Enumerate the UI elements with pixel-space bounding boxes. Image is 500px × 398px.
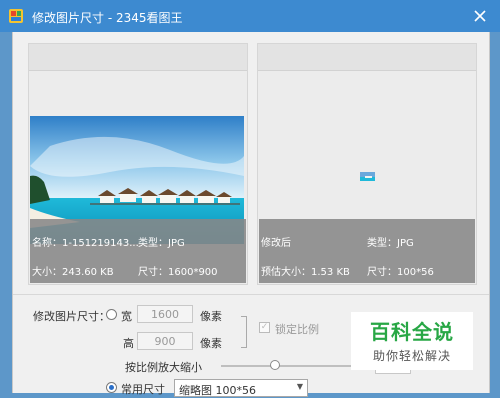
scale-slider-thumb[interactable] <box>270 360 280 370</box>
original-dimension: 尺寸：1600*900 <box>138 267 218 278</box>
modified-size: 预估大小：1.53 KB <box>261 267 350 278</box>
original-name: 名称：1-151219143... <box>32 238 139 249</box>
custom-size-radio[interactable] <box>106 309 117 320</box>
lock-ratio-label: 锁定比例 <box>275 323 319 336</box>
modified-info-box: 修改后 类型：JPG 预估大小：1.53 KB 尺寸：100*56 <box>259 219 475 283</box>
title-bar: 修改图片尺寸 - 2345看图王 <box>0 0 500 32</box>
modified-preview-panel: 修改后 类型：JPG 预估大小：1.53 KB 尺寸：100*56 <box>257 43 477 285</box>
modified-type: 类型：JPG <box>367 238 414 249</box>
modified-dimension: 尺寸：100*56 <box>367 267 434 278</box>
scale-label: 按比例放大缩小 <box>125 361 202 374</box>
width-unit-label: 像素 <box>200 310 222 323</box>
modified-image-thumbnail <box>360 172 375 181</box>
panel-header <box>258 44 476 71</box>
watermark-logo: 百科全说 助你轻松解决 <box>351 312 473 370</box>
aspect-link-bracket <box>241 316 247 348</box>
lock-ratio-checkbox[interactable]: ✓ <box>259 322 270 333</box>
original-preview-panel: 名称：1-151219143... 类型：JPG 大小：243.60 KB 尺寸… <box>28 43 248 285</box>
resize-dialog: 名称：1-151219143... 类型：JPG 大小：243.60 KB 尺寸… <box>12 32 490 397</box>
preset-size-value: 缩略图 100*56 <box>179 384 256 397</box>
height-unit-label: 像素 <box>200 337 222 350</box>
panel-header <box>29 44 247 71</box>
app-icon <box>9 9 23 23</box>
width-input[interactable]: 1600 <box>137 305 193 323</box>
original-size: 大小：243.60 KB <box>32 267 114 278</box>
height-label: 高 <box>123 337 134 350</box>
preset-size-radio[interactable] <box>106 382 117 393</box>
preset-size-label: 常用尺寸 <box>121 383 165 396</box>
watermark-subtitle: 助你轻松解决 <box>372 349 451 363</box>
preset-size-select[interactable]: 缩略图 100*56 ▼ <box>174 379 308 397</box>
width-label: 宽 <box>121 310 132 323</box>
modified-label: 修改后 <box>261 238 291 249</box>
watermark-title: 百科全说 <box>370 320 454 344</box>
resize-section-label: 修改图片尺寸： <box>33 310 110 323</box>
section-divider <box>13 294 489 295</box>
chevron-down-icon: ▼ <box>296 382 303 391</box>
original-info-box: 名称：1-151219143... 类型：JPG 大小：243.60 KB 尺寸… <box>30 219 246 283</box>
height-input[interactable]: 900 <box>137 332 193 350</box>
original-type: 类型：JPG <box>138 238 185 249</box>
close-icon[interactable] <box>470 6 490 26</box>
window-title: 修改图片尺寸 - 2345看图王 <box>32 11 183 25</box>
scale-slider-track[interactable] <box>221 365 371 367</box>
